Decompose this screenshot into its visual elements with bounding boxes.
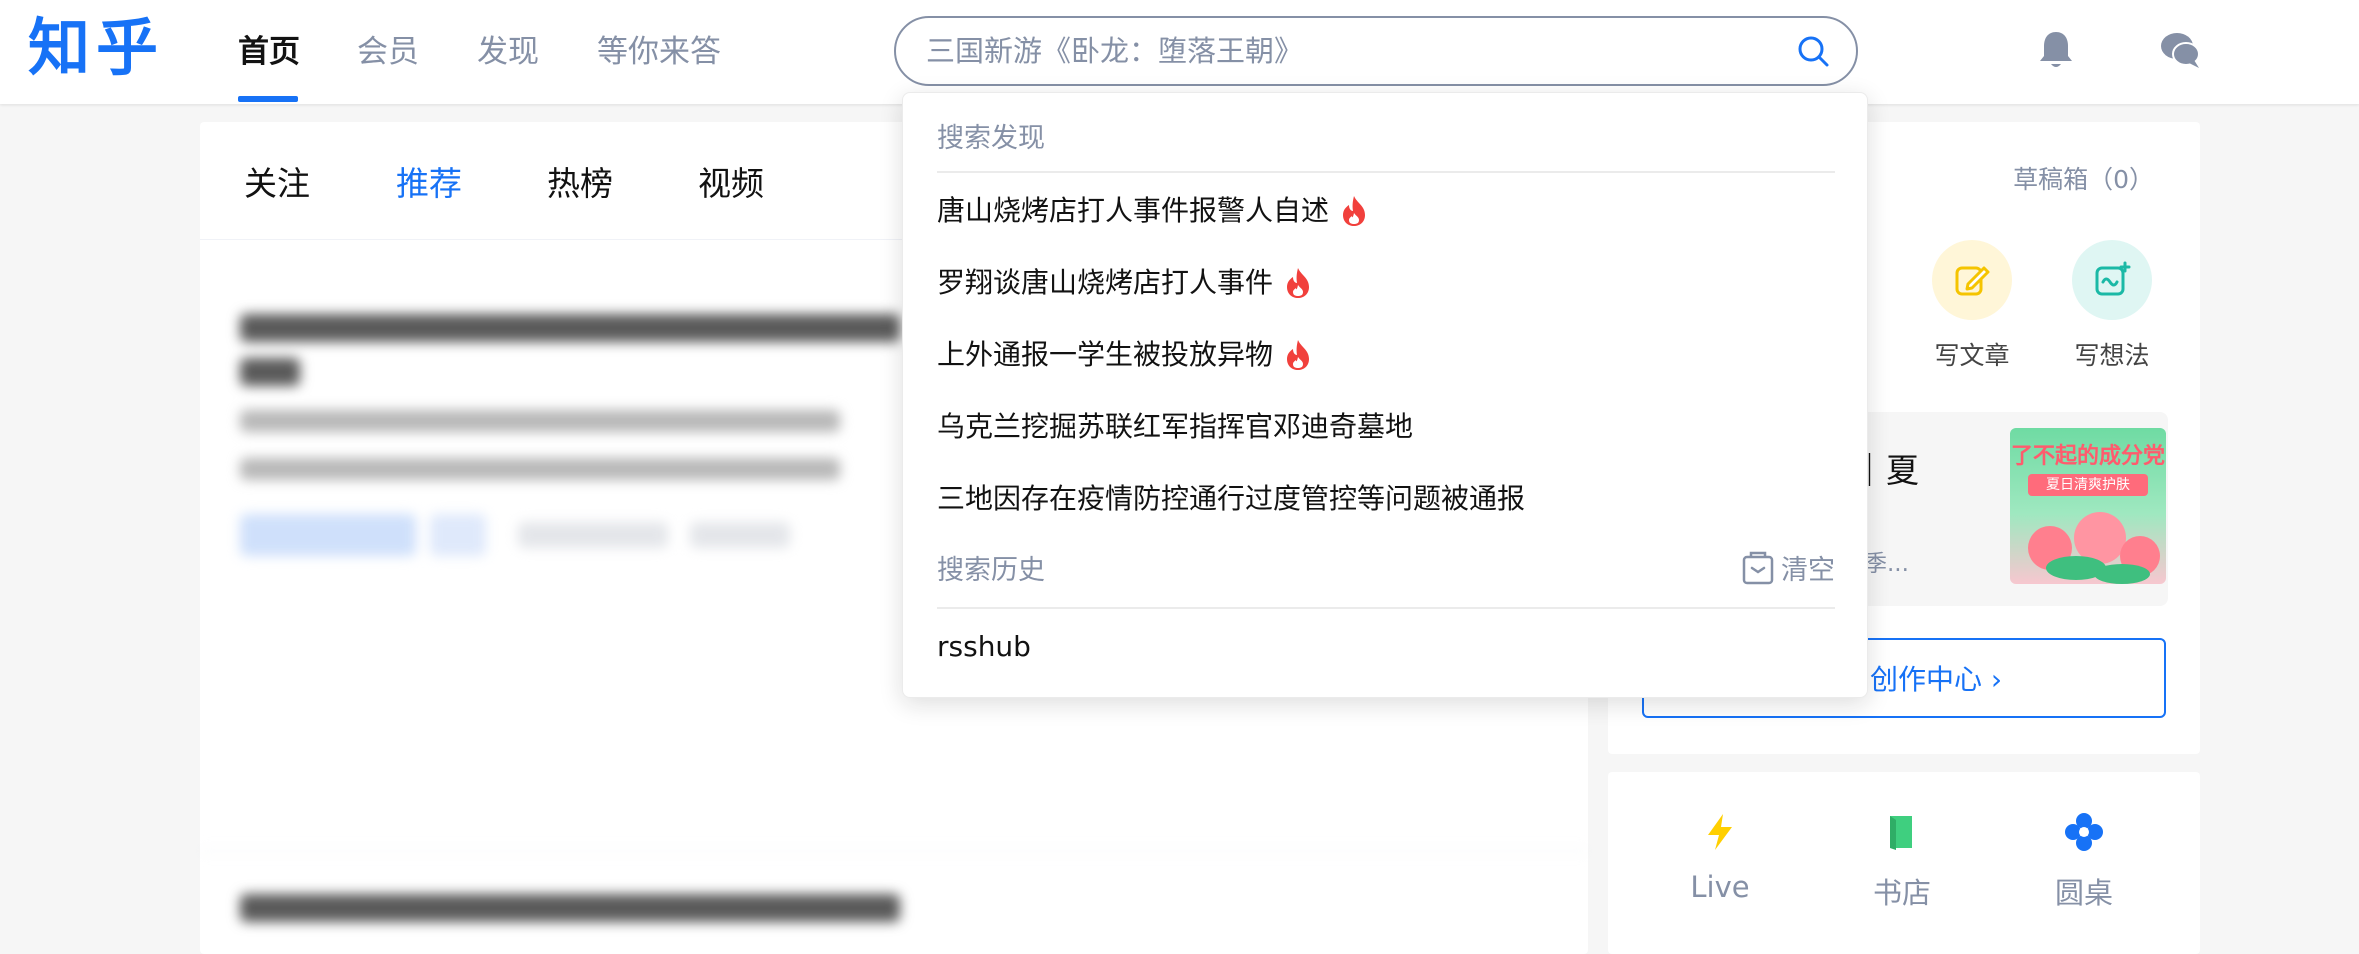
search-suggestion[interactable]: 罗翔谈唐山烧烤店打人事件: [937, 263, 1311, 303]
suggestion-text: 上外通报一学生被投放异物: [937, 338, 1274, 371]
nav-home[interactable]: 首页: [238, 30, 300, 74]
suggestion-text: 罗翔谈唐山烧烤店打人事件: [937, 266, 1274, 299]
suggestion-text: 三地因存在疫情防控通行过度管控等问题被通报: [937, 482, 1526, 515]
feed-item-excerpt-blur: [240, 410, 840, 432]
flowers-illustration: [2028, 512, 2160, 584]
tool-roundtable-label: 圆桌: [2054, 876, 2113, 910]
section-divider: [937, 171, 1835, 173]
promo-image: 了不起的成分党 夏日清爽护肤: [2010, 428, 2166, 584]
tab-hot-list[interactable]: 热榜: [547, 162, 613, 206]
zhihu-logo[interactable]: 知乎: [28, 8, 164, 88]
bell-icon[interactable]: [2034, 28, 2078, 72]
search-history-item[interactable]: rsshub: [937, 627, 1031, 667]
search-suggestion[interactable]: 三地因存在疫情防控通行过度管控等问题被通报: [937, 479, 1525, 519]
feed-item-divider: [200, 850, 1588, 852]
tool-live[interactable]: Live: [1660, 812, 1780, 904]
search-suggestion[interactable]: 唐山烧烤店打人事件报警人自述: [937, 191, 1367, 231]
roundtable-icon: [2065, 813, 2103, 851]
search-icon[interactable]: [1796, 34, 1830, 68]
feed-item-title-blur: [240, 314, 900, 342]
search-history-title: 搜索历史: [937, 555, 1045, 586]
idea-icon: [2072, 240, 2152, 320]
fire-icon: [1287, 340, 1310, 370]
write-idea-label: 写想法: [2074, 341, 2150, 370]
section-divider: [937, 607, 1835, 609]
tool-live-label: Live: [1690, 870, 1750, 904]
clear-history-button[interactable]: 清空: [1741, 548, 1835, 587]
write-idea-button[interactable]: 写想法: [2062, 240, 2162, 372]
messages-icon[interactable]: [2158, 28, 2202, 72]
search-dropdown: 搜索发现 唐山烧烤店打人事件报警人自述 罗翔谈唐山烧烤店打人事件 上外通报一学生…: [902, 92, 1868, 698]
suggestion-text: 唐山烧烤店打人事件报警人自述: [937, 194, 1330, 227]
tab-recommended[interactable]: 推荐: [396, 162, 462, 206]
creator-center-label: 创作中心 ›: [1870, 663, 2003, 696]
search-input[interactable]: [926, 30, 1766, 72]
search-suggestion[interactable]: 上外通报一学生被投放异物: [937, 335, 1311, 375]
feed-item-title-blur: [240, 894, 900, 922]
feed-item-vote-blur: [430, 514, 486, 556]
top-header: 知乎 首页 会员 发现 等你来答: [0, 0, 2359, 104]
feed-item-excerpt-blur: [240, 458, 840, 480]
lightning-icon: [1708, 814, 1732, 850]
book-icon: [1890, 816, 1912, 850]
tab-videos[interactable]: 视频: [698, 162, 764, 206]
search-discover-title: 搜索发现: [937, 123, 1045, 154]
feed-item-vote-blur: [240, 514, 416, 556]
tool-roundtable[interactable]: 圆桌: [2024, 812, 2144, 912]
feed-item-action-blur: [690, 522, 790, 548]
search-box[interactable]: [894, 16, 1858, 86]
fire-icon: [1287, 268, 1310, 298]
nav-waiting-answers[interactable]: 等你来答: [597, 30, 721, 74]
feed-item-title-blur: [240, 358, 300, 386]
pencil-icon: [1932, 240, 2012, 320]
clear-history-label: 清空: [1781, 555, 1835, 586]
search-suggestion[interactable]: 乌克兰挖掘苏联红军指挥官邓迪奇墓地: [937, 407, 1413, 447]
tools-card: Live 书店 圆桌: [1608, 772, 2200, 954]
suggestion-text: 乌克兰挖掘苏联红军指挥官邓迪奇墓地: [937, 410, 1414, 443]
feed-item-action-blur: [518, 522, 668, 548]
drafts-link[interactable]: 草稿箱（0）: [2013, 160, 2154, 196]
nav-membership[interactable]: 会员: [357, 30, 419, 74]
tab-following[interactable]: 关注: [244, 162, 310, 206]
nav-active-indicator: [238, 96, 298, 102]
nav-discover[interactable]: 发现: [477, 30, 539, 74]
write-article-button[interactable]: 写文章: [1922, 240, 2022, 372]
write-article-label: 写文章: [1934, 341, 2010, 370]
tool-bookstore[interactable]: 书店: [1842, 812, 1962, 912]
history-text: rsshub: [937, 630, 1031, 663]
trash-icon: [1742, 551, 1774, 584]
tool-bookstore-label: 书店: [1872, 876, 1931, 910]
fire-icon: [1343, 196, 1366, 226]
